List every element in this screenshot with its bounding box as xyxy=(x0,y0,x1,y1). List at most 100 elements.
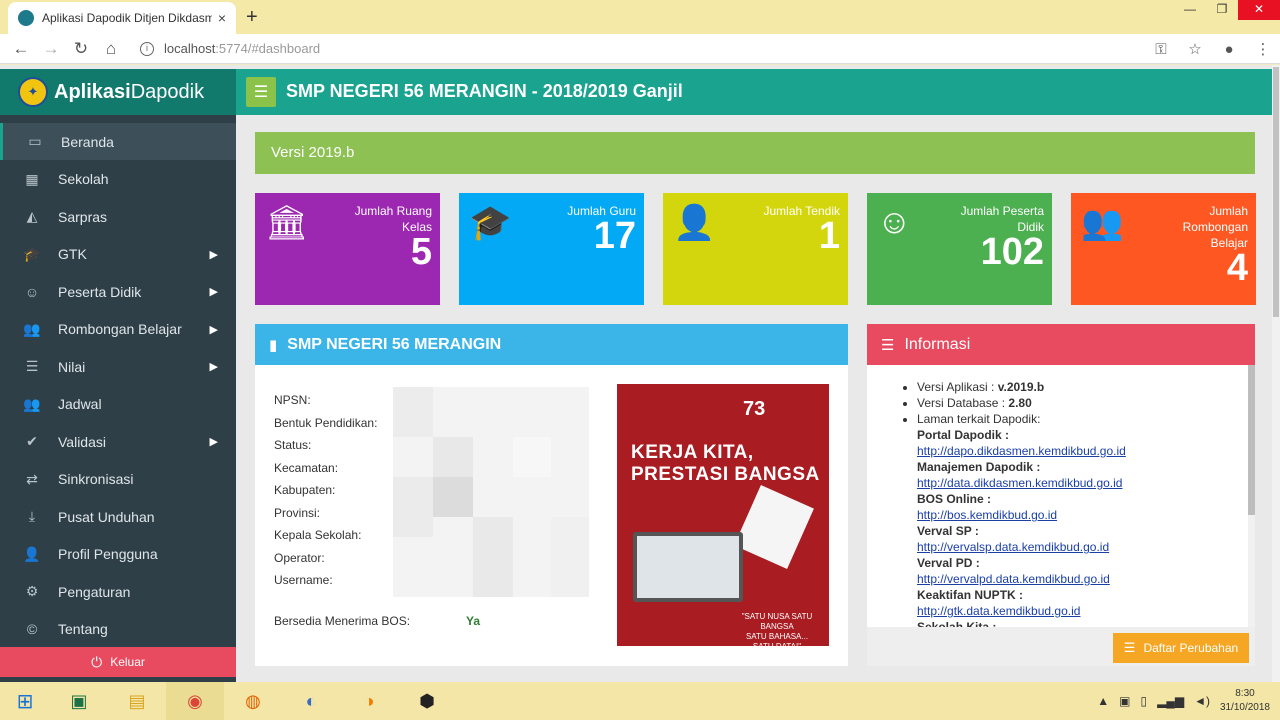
minimize-button[interactable]: — xyxy=(1174,0,1206,20)
sidebar-item-label: GTK xyxy=(58,246,87,262)
link-url[interactable]: http://data.dikdasmen.kemdikbud.go.id xyxy=(917,476,1122,490)
clock[interactable]: 8:30 31/10/2018 xyxy=(1220,687,1270,715)
link-url[interactable]: http://dapo.dikdasmen.kemdikbud.go.id xyxy=(917,444,1126,458)
stat-tile-jumlah-guru[interactable]: 🎓 Jumlah Guru 17 xyxy=(459,193,644,305)
signal-icon[interactable]: ▂▄▆ xyxy=(1157,694,1184,708)
link-url[interactable]: http://bos.kemdikbud.go.id xyxy=(917,508,1057,522)
sidebar-item-label: Jadwal xyxy=(58,396,102,412)
windows-start-icon[interactable]: ⊞ xyxy=(0,682,50,720)
page-scrollbar[interactable] xyxy=(1272,65,1280,682)
sidebar-item-rombongan-belajar[interactable]: 👥 Rombongan Belajar ▶ xyxy=(0,311,236,348)
forward-icon[interactable]: → xyxy=(36,39,66,59)
site-info-icon[interactable]: i xyxy=(140,41,154,56)
network-icon[interactable]: ▣ xyxy=(1119,694,1130,708)
caret-right-icon: ▶ xyxy=(209,361,218,373)
uc-browser-icon[interactable]: ◑ xyxy=(340,682,398,720)
link-url[interactable]: http://vervalsp.data.kemdikbud.go.id xyxy=(917,540,1109,554)
stat-tile-jumlah-rombongan-belajar[interactable]: 👥 Jumlah Rombongan Belajar 4 xyxy=(1071,193,1256,305)
stat-tile-jumlah-peserta-didik[interactable]: ☺ Jumlah Peserta Didik 102 xyxy=(867,193,1052,305)
tile-value: 1 xyxy=(818,215,840,257)
link-name: Keaktifan NUPTK : xyxy=(917,588,1024,602)
info-scrollbar-thumb[interactable] xyxy=(1248,365,1255,515)
brand-logo[interactable]: ✦ Aplikasi Dapodik xyxy=(0,69,236,115)
sidebar-item-tentang[interactable]: © Tentang xyxy=(0,611,236,648)
version-banner: Versi 2019.b xyxy=(255,132,1255,174)
sidebar-item-pusat-unduhan[interactable]: ⤓ Pusat Unduhan xyxy=(0,498,236,535)
new-tab-button[interactable]: + xyxy=(246,6,258,29)
versi-aplikasi-value: v.2019.b xyxy=(997,380,1045,394)
sidebar-item-label: Tentang xyxy=(58,621,108,637)
logout-button[interactable]: ⏻ Keluar xyxy=(0,647,236,677)
link-url[interactable]: http://gtk.data.kemdikbud.go.id xyxy=(917,604,1080,618)
star-icon[interactable]: ☆ xyxy=(1178,40,1212,58)
monitor-icon: ▭ xyxy=(28,133,42,149)
caret-right-icon: ▶ xyxy=(209,323,218,336)
sidebar-item-nilai[interactable]: ☰ Nilai ▶ xyxy=(0,348,236,385)
field-label: Status: xyxy=(274,438,312,452)
link-url-row: http://data.dikdasmen.kemdikbud.go.id xyxy=(917,475,1249,491)
sidebar-item-beranda[interactable]: ▭ Beranda xyxy=(0,123,236,160)
tab-close-icon[interactable]: × xyxy=(218,10,226,26)
paper-illustration xyxy=(734,485,814,569)
sidebar-item-gtk[interactable]: 🎓 GTK ▶ xyxy=(0,236,236,273)
stat-tile-jumlah-ruang-kelas[interactable]: 🏛 Jumlah Ruang Kelas 5 xyxy=(255,193,440,305)
back-icon[interactable]: ← xyxy=(6,39,36,59)
brand-bold: Aplikasi xyxy=(54,80,131,103)
tray-up-icon[interactable]: ▲ xyxy=(1097,694,1109,708)
account-icon[interactable]: ● xyxy=(1212,41,1246,58)
sidebar-item-label: Profil Pengguna xyxy=(58,546,158,562)
link-name: Manajemen Dapodik : xyxy=(917,460,1041,474)
nox-icon[interactable]: ⬢ xyxy=(398,682,456,720)
url-field[interactable]: i localhost:5774/#dashboard xyxy=(140,41,320,56)
window-controls: — ❐ ✕ xyxy=(1174,0,1280,20)
firefox-icon[interactable]: ◍ xyxy=(224,682,282,720)
file-explorer-icon[interactable]: ▤ xyxy=(108,682,166,720)
link-url-row: http://gtk.data.kemdikbud.go.id xyxy=(917,603,1249,619)
info-panel: ☰ Informasi Versi Aplikasi : v.2019.b Ve… xyxy=(867,324,1255,666)
kerja-kita-poster: 73 KERJA KITA, PRESTASI BANGSA "SATU NUS… xyxy=(617,384,829,651)
school-panel: ▮ SMP NEGERI 56 MERANGIN NPSN: Bentuk Pen… xyxy=(255,324,848,666)
home-icon[interactable]: ⌂ xyxy=(96,39,126,59)
poster-tag3: SATU DATA!" xyxy=(752,642,802,651)
link-url-row: http://vervalpd.data.kemdikbud.go.id xyxy=(917,571,1249,587)
group-icon: 👥 xyxy=(23,395,41,412)
browser-app-icon[interactable]: ◐ xyxy=(282,682,340,720)
key-icon[interactable]: ⚿ xyxy=(1144,41,1178,58)
sidebar-item-jadwal[interactable]: 👥 Jadwal xyxy=(0,386,236,423)
reload-icon[interactable]: ↻ xyxy=(66,39,96,59)
link-url-row: http://bos.kemdikbud.go.id xyxy=(917,507,1249,523)
sidebar-item-sarpras[interactable]: ◭ Sarpras xyxy=(0,198,236,235)
page-scrollbar-thumb[interactable] xyxy=(1273,67,1279,317)
menu-toggle-button[interactable]: ☰ xyxy=(246,77,276,107)
close-window-button[interactable]: ✕ xyxy=(1238,0,1280,20)
sidebar-item-profil-pengguna[interactable]: 👤 Profil Pengguna xyxy=(0,536,236,573)
sidebar-item-validasi[interactable]: ✔ Validasi ▶ xyxy=(0,423,236,460)
bos-value: Ya xyxy=(466,614,481,628)
link-group: BOS Online : xyxy=(917,491,1249,507)
browser-tab[interactable]: Aplikasi Dapodik Ditjen Dikdasm × xyxy=(8,2,236,34)
copyright-icon: © xyxy=(26,621,38,637)
laman-item: Laman terkait Dapodik: Portal Dapodik : h… xyxy=(917,411,1249,627)
maximize-button[interactable]: ❐ xyxy=(1206,0,1238,20)
stat-tile-jumlah-tendik[interactable]: 👤 Jumlah Tendik 1 xyxy=(663,193,848,305)
link-url-row: http://dapo.dikdasmen.kemdikbud.go.id xyxy=(917,443,1249,459)
sidebar-item-sinkronisasi[interactable]: ⇄ Sinkronisasi xyxy=(0,461,236,498)
volume-icon[interactable]: ◄) xyxy=(1194,694,1210,708)
daftar-perubahan-button[interactable]: ☰ Daftar Perubahan xyxy=(1113,633,1249,663)
field-label: Kecamatan: xyxy=(274,460,339,475)
excel-icon[interactable]: ▣ xyxy=(50,682,108,720)
poster-number: 73 xyxy=(743,398,766,420)
battery-icon[interactable]: ▯ xyxy=(1140,694,1147,708)
info-content[interactable]: Versi Aplikasi : v.2019.b Versi Database… xyxy=(867,365,1249,627)
menu-dots-icon[interactable]: ⋮ xyxy=(1246,40,1280,58)
link-url[interactable]: http://vervalpd.data.kemdikbud.go.id xyxy=(917,572,1110,586)
chrome-icon[interactable]: ◉ xyxy=(166,682,224,720)
sidebar-item-label: Rombongan Belajar xyxy=(58,321,182,337)
sidebar-item-pengaturan[interactable]: ⚙ Pengaturan xyxy=(0,573,236,610)
logout-label: Keluar xyxy=(110,655,145,669)
sidebar-item-label: Sarpras xyxy=(58,208,108,225)
sidebar-item-label: Sekolah xyxy=(58,171,109,187)
sidebar-item-sekolah[interactable]: ▦ Sekolah xyxy=(0,161,236,198)
road-icon: ◭ xyxy=(26,208,38,224)
sidebar-item-peserta-didik[interactable]: ☺ Peserta Didik ▶ xyxy=(0,273,236,310)
